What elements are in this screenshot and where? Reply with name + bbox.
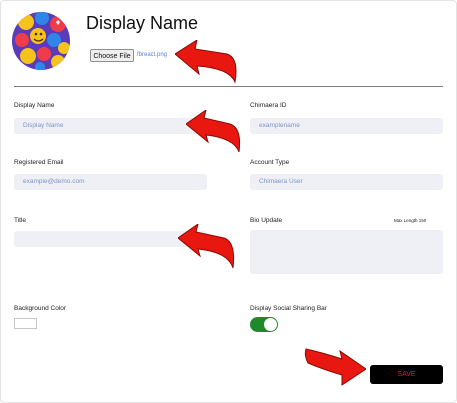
- title-label: Title: [14, 217, 27, 224]
- red-arrow-icon: [186, 110, 241, 153]
- page-title: Display Name: [86, 13, 199, 33]
- choose-file-button[interactable]: Choose File: [90, 49, 134, 62]
- background-color-picker[interactable]: [14, 318, 37, 329]
- account-type-field: Chimaera User: [250, 174, 443, 190]
- bio-max-length-label: Max Length 150: [394, 218, 427, 223]
- bio-update-label: Bio Update: [250, 217, 283, 224]
- display-name-label: Display Name: [14, 102, 55, 109]
- chimaera-id-input[interactable]: examplename: [250, 118, 443, 134]
- red-arrow-icon: [175, 40, 237, 84]
- social-sharing-toggle[interactable]: [250, 317, 278, 332]
- social-sharing-label: Display Social Sharing Bar: [250, 305, 327, 312]
- red-arrow-icon: [178, 224, 235, 269]
- avatar: [12, 12, 70, 70]
- display-name-input[interactable]: Display Name: [14, 118, 207, 134]
- registered-email-label: Registered Email: [14, 159, 64, 166]
- bio-textarea[interactable]: [250, 230, 443, 274]
- chimaera-id-label: Chimaera ID: [250, 102, 287, 109]
- avatar-emoji-reactions-icon: [12, 12, 70, 70]
- background-color-label: Background Color: [14, 305, 67, 312]
- red-arrow-icon: [304, 348, 366, 386]
- selected-file-name: fbreact.png: [137, 52, 168, 58]
- registered-email-input[interactable]: example@demo.com: [14, 174, 207, 190]
- divider: [14, 86, 443, 87]
- toggle-knob: [264, 318, 277, 331]
- account-type-label: Account Type: [250, 159, 290, 166]
- save-button[interactable]: SAVE: [370, 365, 443, 384]
